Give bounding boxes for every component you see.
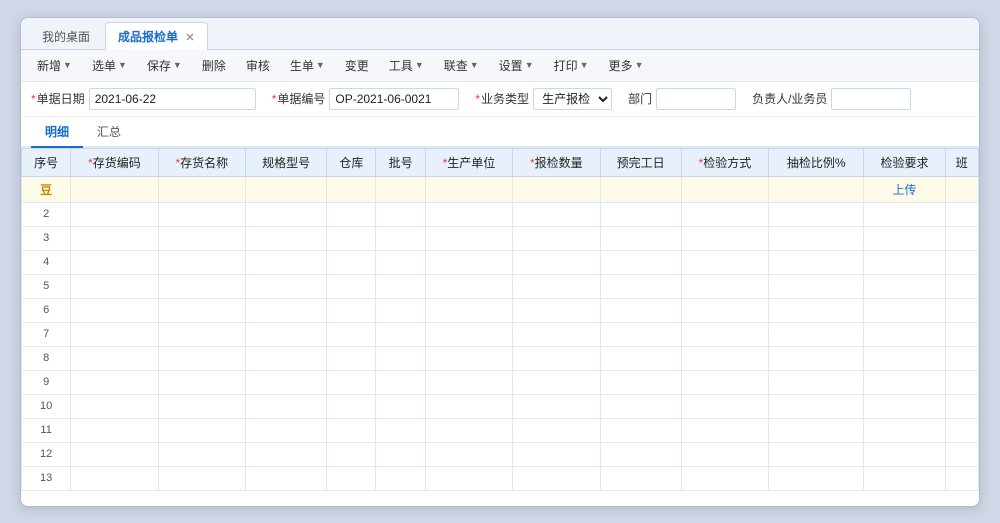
tab-my-desk[interactable]: 我的桌面 (29, 22, 103, 50)
chevron-down-icon: ▼ (415, 60, 424, 70)
table-row: 10 (22, 394, 979, 418)
table-row: 6 (22, 298, 979, 322)
sub-tab-summary[interactable]: 汇总 (83, 117, 135, 148)
btn-change[interactable]: 变更 (337, 54, 377, 77)
col-sample-ratio: 抽检比例% (769, 148, 864, 176)
table-row: 5 (22, 274, 979, 298)
col-production-unit: *生产单位 (425, 148, 512, 176)
main-table: 序号 *存货编码 *存货名称 规格型号 仓库 批号 *生产单位 *报检数量 预完… (21, 148, 979, 491)
btn-print[interactable]: 打印 ▼ (546, 54, 597, 77)
col-spec: 规格型号 (246, 148, 327, 176)
tab-bar: 我的桌面 成品报检单 ✕ (21, 18, 979, 50)
col-name: *存货名称 (158, 148, 245, 176)
table-row: 7 (22, 322, 979, 346)
chevron-down-icon: ▼ (316, 60, 325, 70)
table-row: 13 (22, 466, 979, 490)
field-responsible: 负责人/业务员 (752, 88, 911, 110)
table-row: 9 (22, 370, 979, 394)
sub-tab-detail[interactable]: 明细 (31, 117, 83, 148)
input-dept[interactable] (656, 88, 736, 110)
col-class: 班 (945, 148, 978, 176)
btn-settings[interactable]: 设置 ▼ (491, 54, 542, 77)
table-container: 序号 *存货编码 *存货名称 规格型号 仓库 批号 *生产单位 *报检数量 预完… (21, 148, 979, 506)
col-inspection-method: *检验方式 (681, 148, 768, 176)
select-type[interactable]: 生产报检 (533, 88, 612, 110)
sub-tab-bar: 明细 汇总 (21, 117, 979, 148)
toolbar: 新增 ▼ 选单 ▼ 保存 ▼ 删除 审核 生单 ▼ 变更 工具 ▼ 联查 (21, 50, 979, 82)
table-row: 8 (22, 346, 979, 370)
btn-query[interactable]: 联查 ▼ (436, 54, 487, 77)
table-row: 4 (22, 250, 979, 274)
col-warehouse: 仓库 (327, 148, 376, 176)
field-date: *单据日期 (31, 88, 256, 110)
input-date[interactable] (89, 88, 256, 110)
col-inspection-qty: *报检数量 (513, 148, 600, 176)
table-row: 3 (22, 226, 979, 250)
btn-generate[interactable]: 生单 ▼ (282, 54, 333, 77)
table-row: 12 (22, 442, 979, 466)
upload-link[interactable]: 上传 (893, 183, 917, 197)
field-dept: 部门 (628, 88, 736, 110)
col-completion-date: 预完工日 (600, 148, 681, 176)
chevron-down-icon: ▼ (580, 60, 589, 70)
col-seq: 序号 (22, 148, 71, 176)
chevron-down-icon: ▼ (525, 60, 534, 70)
col-code: *存货编码 (71, 148, 158, 176)
chevron-down-icon: ▼ (63, 60, 72, 70)
main-window: 我的桌面 成品报检单 ✕ 新增 ▼ 选单 ▼ 保存 ▼ 删除 审核 生单 ▼ (20, 17, 980, 507)
btn-select[interactable]: 选单 ▼ (84, 54, 135, 77)
btn-more[interactable]: 更多 ▼ (601, 54, 652, 77)
btn-audit[interactable]: 审核 (238, 54, 278, 77)
chevron-down-icon: ▼ (118, 60, 127, 70)
table-row: 11 (22, 418, 979, 442)
chevron-down-icon: ▼ (635, 60, 644, 70)
col-batch: 批号 (376, 148, 425, 176)
input-no[interactable] (329, 88, 459, 110)
form-row: *单据日期 *单据编号 *业务类型 生产报检 部门 负责人/业务员 (21, 82, 979, 117)
table-row: 2 (22, 202, 979, 226)
chevron-down-icon: ▼ (470, 60, 479, 70)
input-responsible[interactable] (831, 88, 911, 110)
field-type: *业务类型 生产报检 (475, 88, 612, 110)
btn-tools[interactable]: 工具 ▼ (381, 54, 432, 77)
tab-close-icon[interactable]: ✕ (185, 32, 194, 44)
btn-delete[interactable]: 删除 (194, 54, 234, 77)
col-inspection-req: 检验要求 (864, 148, 945, 176)
btn-save[interactable]: 保存 ▼ (139, 54, 190, 77)
table-row: 豆 上传 (22, 176, 979, 202)
btn-new[interactable]: 新增 ▼ (29, 54, 80, 77)
tab-active[interactable]: 成品报检单 ✕ (105, 22, 208, 50)
field-no: *单据编号 (272, 88, 460, 110)
chevron-down-icon: ▼ (173, 60, 182, 70)
